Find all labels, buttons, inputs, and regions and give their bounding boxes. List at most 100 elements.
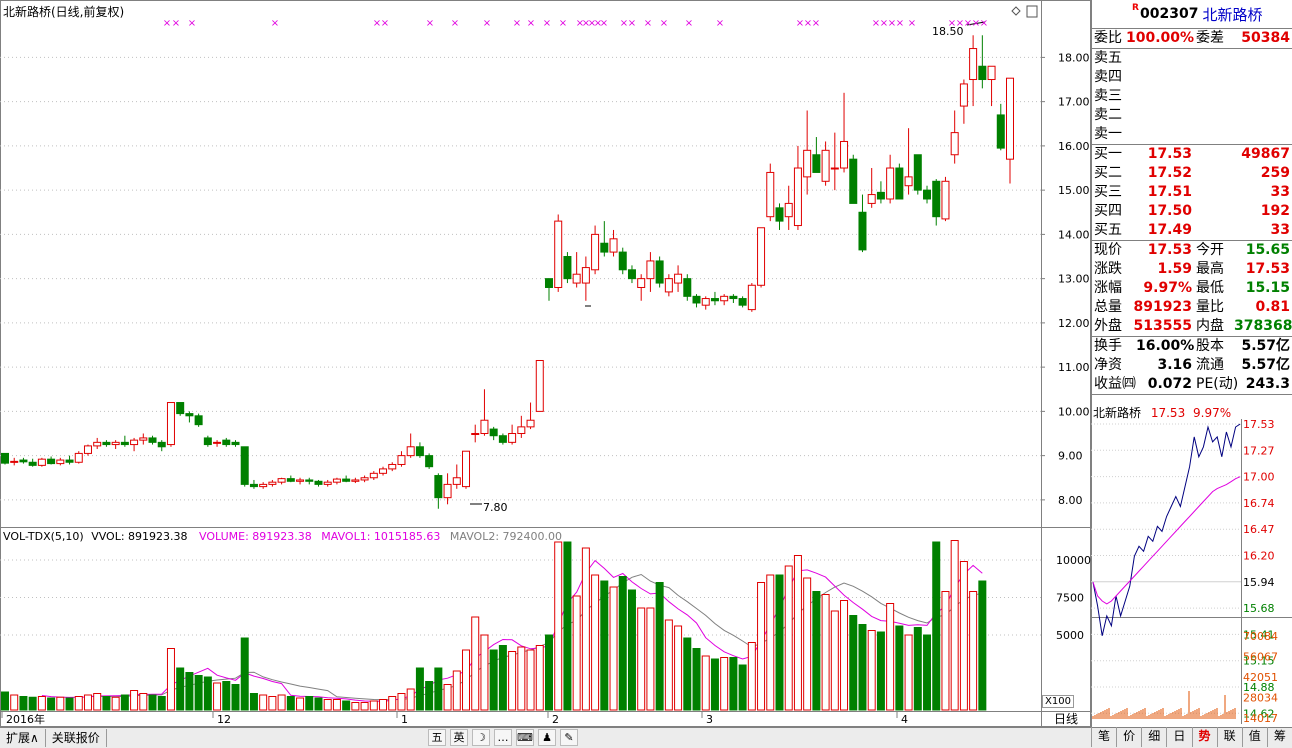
price-tick-label: 18.00	[1058, 51, 1090, 64]
stat-label: 内盘	[1196, 318, 1224, 334]
candle-body	[139, 437, 148, 441]
expand-tab[interactable]: 扩展∧	[0, 729, 46, 747]
period-label[interactable]: 日线	[1041, 710, 1091, 727]
candle-body	[434, 475, 443, 499]
volume-bar	[923, 634, 932, 711]
volume-bar	[498, 645, 507, 711]
volume-bar	[65, 697, 74, 711]
stat-label: 现价	[1094, 242, 1122, 258]
volume-bar	[56, 696, 65, 711]
nav-tab-1[interactable]: 价	[1116, 727, 1141, 747]
volume-bar	[784, 565, 793, 711]
candle-body	[563, 256, 572, 280]
candle-body	[47, 458, 56, 465]
intraday-volume-label: 56067	[1243, 651, 1278, 664]
volume-bar	[766, 574, 775, 711]
candle-body	[1, 452, 9, 464]
candle-body	[886, 167, 895, 200]
candle-body	[10, 460, 19, 463]
nav-tab-3[interactable]: 日	[1166, 727, 1191, 747]
candle-body	[259, 483, 268, 488]
intraday-chart[interactable]: 17.53 17.27 17.00 16.74 16.47 16.20 15.94 15.68…	[1091, 419, 1292, 724]
candle-body	[812, 154, 821, 173]
volume-bar	[185, 672, 194, 711]
candle-body	[600, 242, 609, 253]
candle-body	[738, 298, 747, 306]
candle-body	[692, 295, 701, 304]
toolbar-icon-6[interactable]: ✎	[560, 729, 578, 746]
kline-chart[interactable]: 18.0017.0016.0015.0014.0013.0012.0011.00…	[0, 0, 1091, 727]
candle-body	[480, 419, 489, 435]
candle-body	[222, 439, 231, 446]
candle-body	[581, 267, 590, 284]
toolbar-icon-5[interactable]: ♟	[538, 729, 556, 746]
related-quotes-tab[interactable]: 关联报价	[46, 729, 107, 747]
toolbar-icon-0[interactable]: 五	[428, 729, 446, 746]
toolbar-icon-1[interactable]: 英	[450, 729, 468, 746]
candle-body	[627, 269, 636, 280]
candle-body	[757, 227, 766, 286]
candle-body	[683, 278, 692, 297]
nav-tab-0[interactable]: 笔	[1091, 727, 1116, 747]
grid	[0, 0, 1091, 727]
signal-mark: ×	[716, 18, 724, 29]
candle-body	[517, 426, 526, 435]
stat-label: 涨幅	[1094, 280, 1122, 296]
candle-body	[987, 65, 996, 81]
volume-bar	[683, 637, 692, 711]
bid-label: 买三	[1094, 184, 1122, 200]
weibi-value: 100.00%	[1126, 30, 1195, 46]
nav-tab-5[interactable]: 联	[1216, 727, 1242, 747]
volume-bar	[637, 607, 646, 711]
volume-bar	[332, 699, 341, 711]
nav-tab-4[interactable]: 势	[1191, 727, 1217, 747]
volume-bar	[314, 697, 323, 711]
intraday-volume-label: 70084	[1243, 630, 1278, 643]
candle-body	[342, 478, 351, 482]
volume-bar	[581, 547, 590, 711]
volume-bar	[757, 582, 766, 711]
date-tick-label: 2	[552, 713, 559, 726]
volume-tick-label: 7500	[1056, 592, 1084, 605]
candle-body	[913, 154, 922, 191]
volume-bar	[462, 649, 471, 711]
stat-label: 总量	[1094, 299, 1122, 315]
toolbar-icon-2[interactable]: ☽	[472, 729, 490, 746]
axes: 18.0017.0016.0015.0014.0013.0012.0011.00…	[1, 21, 1091, 726]
volume-bar	[369, 700, 378, 711]
nav-tab-6[interactable]: 值	[1241, 727, 1267, 747]
volume-bar	[941, 591, 950, 711]
candle-body	[618, 251, 627, 271]
volume-bar	[342, 700, 351, 711]
volume-bar	[47, 697, 56, 711]
candle-body	[213, 441, 222, 444]
fundamentals: 换手 16.00% 股本 5.57亿 净资 3.16 流通 5.57亿 收益㈣ 0.072 PE(动…	[1092, 337, 1292, 395]
nav-tab-2[interactable]: 细	[1141, 727, 1166, 747]
candle-body	[332, 478, 341, 483]
diamond-icon	[1011, 6, 1021, 16]
candle-body	[803, 149, 812, 178]
volume-bar	[489, 649, 498, 711]
candle-body	[406, 446, 415, 457]
toolbar-icon-3[interactable]: …	[494, 729, 512, 746]
vol-indicator-name: VOL-TDX(5,10)	[3, 530, 84, 543]
volume-bar	[803, 577, 812, 711]
volume-bar	[876, 631, 885, 711]
candle-body	[176, 402, 185, 415]
nav-tab-7[interactable]: 筹	[1266, 727, 1292, 747]
fund-value: 5.57亿	[1241, 338, 1290, 354]
volume-bar	[28, 696, 37, 711]
intraday-avg-line	[1092, 476, 1241, 605]
signal-mark: ×	[381, 18, 389, 29]
bid-row: 买五 17.49 33	[1092, 221, 1292, 240]
toolbar-icon-4[interactable]: ⌨	[516, 729, 534, 746]
stat-row: 涨跌 1.59 最高 17.53	[1092, 260, 1292, 279]
bid-volume: 192	[1260, 203, 1290, 219]
volume-bar	[812, 591, 821, 711]
volume-bar	[978, 580, 987, 711]
volume-bar	[554, 541, 563, 711]
volume-bar	[305, 696, 314, 711]
candle-body	[19, 459, 28, 463]
candle-body	[720, 295, 729, 302]
candle-body	[65, 459, 74, 463]
